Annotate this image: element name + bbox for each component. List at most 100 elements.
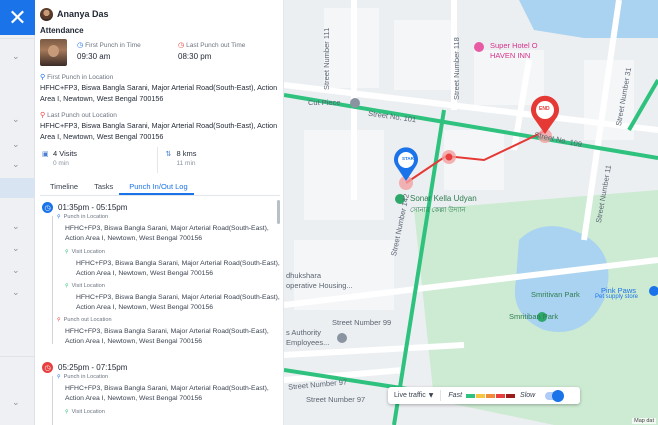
legend-swatch <box>466 393 476 398</box>
shop-name: Cut Piece <box>308 98 341 107</box>
timeline-line <box>52 376 53 425</box>
legend-swatch <box>506 393 516 398</box>
punch-out-label: ⚲ Punch out Location <box>57 317 112 323</box>
end-pin-label: END <box>539 106 550 112</box>
location-pin-icon: ⚲ <box>40 73 46 81</box>
divider <box>0 38 35 39</box>
street-label: Street Number 97 <box>306 395 366 404</box>
punch-photo[interactable] <box>40 39 67 66</box>
chevron-down-icon[interactable]: ⌄ <box>12 160 20 170</box>
legend-swatch <box>486 393 496 398</box>
visit-address: HFHC+FP3, Biswa Bangla Sarani, Major Art… <box>76 294 280 311</box>
first-punch-in-time: 09:30 am <box>77 52 111 61</box>
street-label: Street Number 118 <box>452 37 461 100</box>
street-label: Street Number 111 <box>322 27 331 90</box>
chevron-down-icon[interactable]: ⌄ <box>12 140 20 150</box>
visits-count: 4 Visits <box>53 149 78 158</box>
housing-name-2: operative Housing... <box>286 281 353 290</box>
location-pin-icon: ⚲ <box>57 374 61 380</box>
first-punch-in-location: HFHC+FP3, Biswa Bangla Sarani, Major Art… <box>40 83 278 103</box>
label-text: Last Punch out Time <box>186 41 246 49</box>
chevron-down-icon[interactable]: ⌄ <box>12 288 20 298</box>
location-pin-icon: ⚲ <box>65 283 69 289</box>
punch-in-address: HFHC+FP3, Biswa Bangla Sarani, Major Art… <box>65 225 269 242</box>
summary-stats: ▣ 4 Visits 0 min ⇅ 8 kms 11 min <box>40 147 280 173</box>
park-name: Sonar Kella Udyan <box>410 194 477 203</box>
last-punch-out-location-label: ⚲ Last Punch out Location <box>40 111 117 119</box>
first-punch-in-time-label: ◷ First Punch in Time <box>77 41 141 49</box>
timeline-line <box>52 216 53 344</box>
dropdown-label: Live traffic <box>394 392 426 399</box>
user-name: Ananya Das <box>57 9 109 19</box>
traffic-toggle[interactable] <box>545 389 565 402</box>
last-punch-out-time-label: ◷ Last Punch out Time <box>178 41 245 49</box>
route-icon: ⇅ <box>165 150 172 158</box>
divider <box>0 356 35 357</box>
park-name: Smritiban Park <box>509 312 559 321</box>
visits-stat: ▣ 4 Visits 0 min <box>40 147 157 173</box>
start-pin-label: START <box>402 156 417 161</box>
distance-value: 8 kms <box>176 149 197 158</box>
hotel-marker[interactable] <box>474 42 484 52</box>
chevron-down-icon[interactable]: ⌄ <box>12 52 20 62</box>
label-text: Punch in Location <box>63 374 109 380</box>
first-punch-in-location-label: ⚲ First Punch in Location <box>40 73 113 81</box>
panel-scrollbar[interactable] <box>277 200 280 224</box>
housing-name: dhukshara <box>286 271 322 280</box>
session-time: 01:35pm - 05:15pm <box>58 203 128 212</box>
chevron-down-icon[interactable]: ⌄ <box>12 115 20 125</box>
divider <box>440 390 442 401</box>
session-clock-icon: ◷ <box>42 202 53 213</box>
last-punch-out-time: 08:30 pm <box>178 52 212 61</box>
clock-icon: ◷ <box>178 41 185 49</box>
last-punch-out-location: HFHC+FP3, Biswa Bangla Sarani, Major Art… <box>40 121 278 141</box>
location-pin-icon: ⚲ <box>40 111 46 119</box>
panel-header: Ananya Das <box>40 6 109 22</box>
park-name-local: সোনার কেল্লা উদ্যান <box>410 207 466 214</box>
map-view[interactable]: START END Super Hotel O HAVEN INN Cut Pi… <box>284 0 658 425</box>
distance-stat: ⇅ 8 kms 11 min <box>158 147 281 173</box>
chevron-down-icon[interactable]: ⌄ <box>12 244 20 254</box>
rail-selected-item <box>0 178 35 198</box>
location-pin-icon: ⚲ <box>57 214 61 220</box>
label-text: First Punch in Time <box>85 41 141 49</box>
label-text: Punch out Location <box>63 317 112 323</box>
attendance-title: Attendance <box>40 26 84 35</box>
tab-bar: Timeline Tasks Punch In/Out Log <box>40 181 280 196</box>
label-text: Last Punch out Location <box>47 111 117 119</box>
distance-duration: 11 min <box>176 160 196 167</box>
map-attribution: Map dat <box>632 418 656 424</box>
visit-label: ⚲ Visit Location <box>65 409 105 415</box>
fast-label: Fast <box>448 392 463 399</box>
hotel-name: Super Hotel O <box>490 41 538 50</box>
visits-icon: ▣ <box>42 150 49 158</box>
visit-address: HFHC+FP3, Biswa Bangla Sarani, Major Art… <box>76 260 280 277</box>
attendance-panel: Ananya Das Attendance ◷ First Punch in T… <box>35 0 284 425</box>
app-root: ⌄ ⌄ ⌄ ⌄ ⌄ ⌄ ⌄ ⌄ ⌄ ✕ Ananya Das Attendanc… <box>0 0 658 425</box>
tab-punch-log[interactable]: Punch In/Out Log <box>119 181 194 195</box>
store-category: Pet supply store <box>595 294 639 300</box>
street-label: Street Number 99 <box>332 318 392 327</box>
close-button[interactable]: ✕ <box>0 0 35 35</box>
office-name-2: Employees... <box>286 338 330 347</box>
office-name: s Authority <box>286 328 322 337</box>
label-text: Visit Location <box>71 409 105 415</box>
session-time: 05:25pm - 07:15pm <box>58 363 128 372</box>
slow-label: Slow <box>520 392 536 399</box>
tab-timeline[interactable]: Timeline <box>40 181 84 195</box>
water-body <box>519 0 658 38</box>
chevron-down-icon[interactable]: ⌄ <box>12 266 20 276</box>
label-text: Visit Location <box>71 283 105 289</box>
chevron-down-icon[interactable]: ⌄ <box>12 398 20 408</box>
close-icon: ✕ <box>8 4 27 30</box>
punch-in-address: HFHC+FP3, Biswa Bangla Sarani, Major Art… <box>65 385 269 402</box>
chevron-down-icon[interactable]: ⌄ <box>12 222 20 232</box>
live-traffic-dropdown[interactable]: Live traffic ▼ <box>394 392 433 399</box>
label-text: Punch in Location <box>63 214 109 220</box>
tab-tasks[interactable]: Tasks <box>84 181 119 195</box>
hotel-name-2: HAVEN INN <box>490 51 531 60</box>
office-marker[interactable] <box>337 333 347 343</box>
shop-marker[interactable] <box>350 98 360 108</box>
traffic-control: Live traffic ▼ Fast Slow <box>388 387 580 404</box>
traffic-legend <box>466 393 516 398</box>
